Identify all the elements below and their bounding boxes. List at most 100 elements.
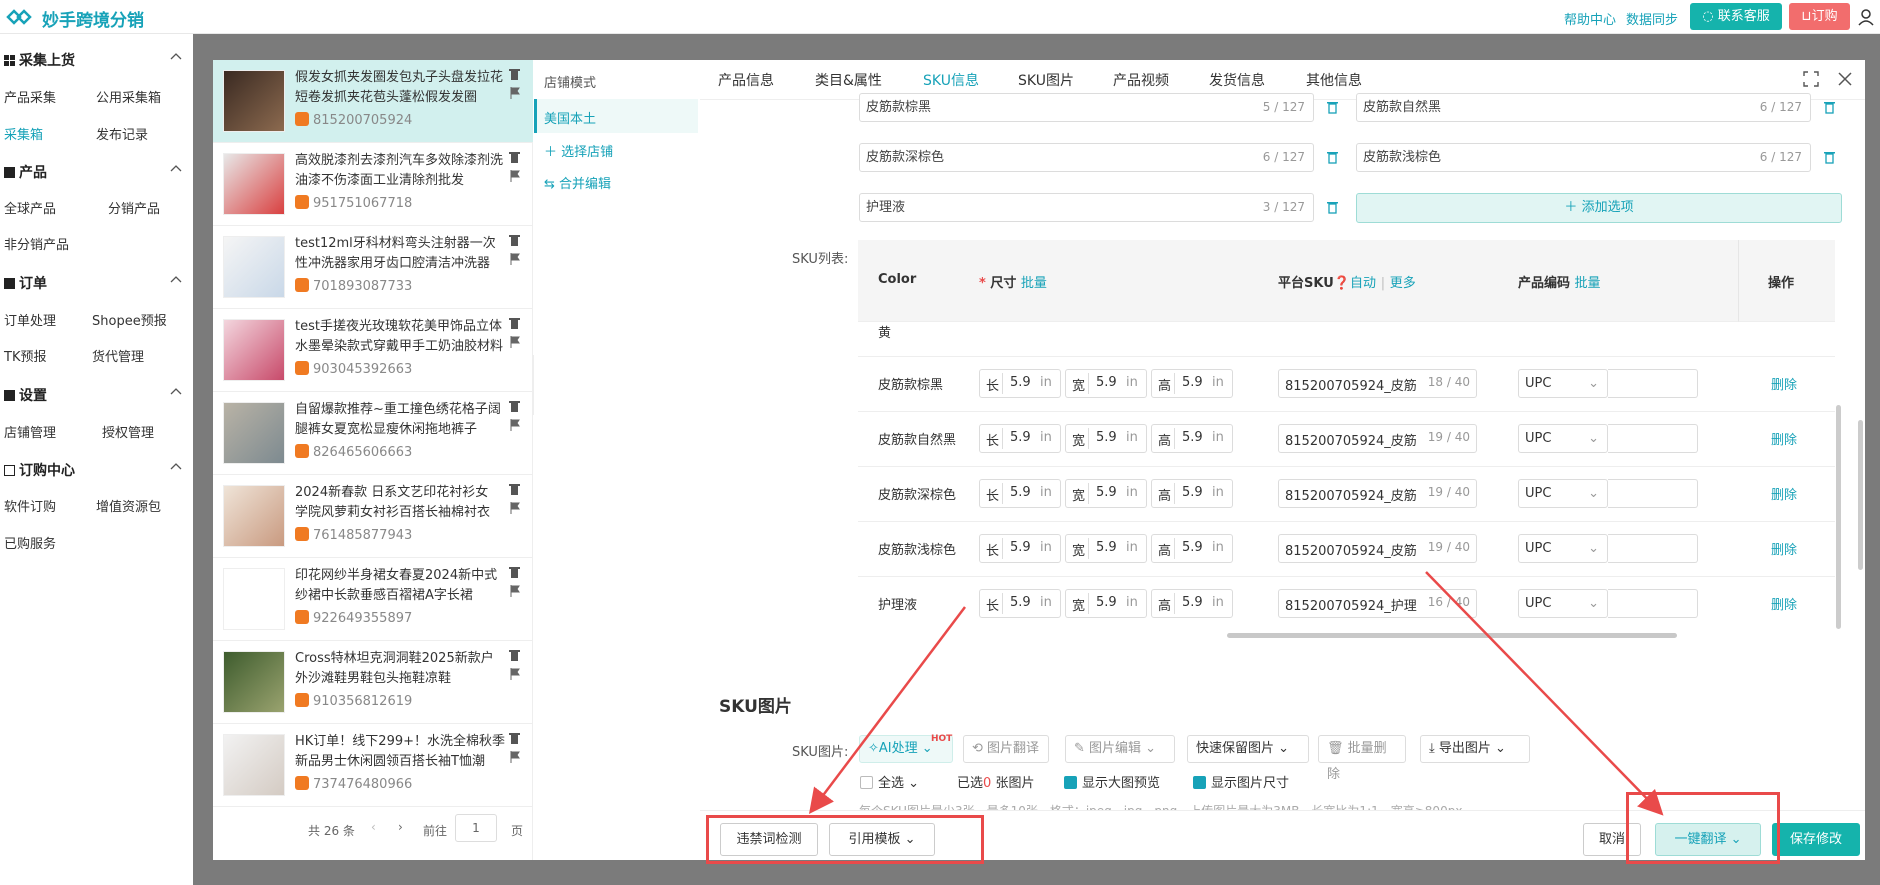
product-list-item[interactable]: 自留爆款推荐~重工撞色绣花格子阔腿裤女夏宽松显瘦休闲拖地裤子 826465606…: [213, 392, 533, 475]
flag-icon[interactable]: [510, 170, 520, 182]
flag-icon[interactable]: [510, 751, 520, 763]
sidebar-item-store-management[interactable]: 店铺管理: [4, 422, 56, 441]
sidebar-item-public-box[interactable]: 公用采集箱: [96, 87, 161, 106]
tab-sku-info[interactable]: SKU信息: [923, 70, 979, 90]
one-click-translate-button[interactable]: 一键翻译 ⌄: [1655, 823, 1761, 856]
trash-icon[interactable]: [509, 483, 520, 495]
save-changes-button[interactable]: 保存修改: [1772, 823, 1860, 856]
sidebar-item-forwarder[interactable]: 货代管理: [92, 346, 144, 365]
sidebar-item-tk-forecast[interactable]: TK预报: [4, 346, 46, 365]
delete-sku-link[interactable]: 删除: [1771, 374, 1797, 393]
merge-edit-link[interactable]: ⇆ 合并编辑: [544, 173, 611, 192]
product-list-item[interactable]: 印花网纱半身裙女春夏2024新中式纱裙中长款垂感百褶裙A字长裙 92264935…: [213, 558, 533, 641]
trash-icon[interactable]: [509, 566, 520, 578]
code-type-select[interactable]: UPC ⌄: [1518, 369, 1608, 398]
cancel-button[interactable]: 取消: [1583, 823, 1641, 856]
trash-icon[interactable]: [509, 68, 520, 80]
platform-sku-input[interactable]: 815200705924_皮筋 18 / 40: [1278, 369, 1477, 398]
option-value-input[interactable]: 皮筋款棕黑 5 / 127: [859, 93, 1314, 122]
tab-product-video[interactable]: 产品视频: [1113, 70, 1169, 90]
product-code-input[interactable]: [1608, 534, 1698, 563]
sidebar-item-dist-products[interactable]: 分销产品: [108, 198, 160, 217]
page-input[interactable]: 1: [455, 814, 497, 842]
sidebar-item-product-collect[interactable]: 产品采集: [4, 87, 56, 106]
sku-dim-input-l[interactable]: 长 5.9 in: [979, 424, 1061, 453]
store-region-item[interactable]: 美国本土: [534, 99, 698, 133]
tab-sku-images[interactable]: SKU图片: [1018, 70, 1074, 90]
delete-option-icon[interactable]: [1824, 101, 1835, 114]
chevron-up-icon[interactable]: [170, 52, 182, 60]
trash-icon[interactable]: [509, 649, 520, 661]
size-batch-link[interactable]: 批量: [1021, 276, 1047, 291]
trash-icon[interactable]: [509, 151, 520, 163]
sidebar-item-global-products[interactable]: 全球产品: [4, 198, 56, 217]
sidebar-item-non-dist-products[interactable]: 非分销产品: [4, 234, 69, 253]
tab-shipping[interactable]: 发货信息: [1209, 70, 1265, 90]
tab-other-info[interactable]: 其他信息: [1306, 70, 1362, 90]
product-list-item[interactable]: test手搓夜光玫瑰软花美甲饰品立体水墨晕染款式穿戴甲手工奶油胶材料 90304…: [213, 309, 533, 392]
user-icon[interactable]: [1857, 8, 1875, 26]
option-value-input[interactable]: 皮筋款浅棕色 6 / 127: [1356, 143, 1811, 172]
product-code-input[interactable]: [1608, 479, 1698, 508]
sidebar-item-software-order[interactable]: 软件订购: [4, 496, 56, 515]
table-scrollbar-x[interactable]: [1227, 633, 1677, 638]
image-edit-button[interactable]: ✎ 图片编辑 ⌄: [1065, 735, 1175, 763]
delete-sku-link[interactable]: 删除: [1771, 484, 1797, 503]
sku-dim-input-w[interactable]: 宽 5.9 in: [1065, 424, 1147, 453]
product-list-item[interactable]: Cross特林坦克洞洞鞋2025新款户外沙滩鞋男鞋包头拖鞋凉鞋 91035681…: [213, 641, 533, 724]
code-type-select[interactable]: UPC ⌄: [1518, 479, 1608, 508]
delete-option-icon[interactable]: [1327, 151, 1338, 164]
product-list-item[interactable]: test12ml牙科材料弯头注射器一次性冲洗器家用牙齿口腔清洁冲洗器 70189…: [213, 226, 533, 309]
code-type-select[interactable]: UPC ⌄: [1518, 534, 1608, 563]
platform-sku-input[interactable]: 815200705924_皮筋 19 / 40: [1278, 534, 1477, 563]
sku-dim-input-l[interactable]: 长 5.9 in: [979, 534, 1061, 563]
sku-dim-input-h[interactable]: 高 5.9 in: [1151, 424, 1233, 453]
product-code-input[interactable]: [1608, 589, 1698, 618]
sidebar-item-shopee-forecast[interactable]: Shopee预报: [92, 310, 167, 329]
sku-dim-input-w[interactable]: 宽 5.9 in: [1065, 479, 1147, 508]
sidebar-item-publish-records[interactable]: 发布记录: [96, 124, 148, 143]
delete-option-icon[interactable]: [1327, 201, 1338, 214]
sidebar-section-settings[interactable]: 设置: [4, 385, 47, 405]
flag-icon[interactable]: [510, 87, 520, 99]
product-code-input[interactable]: [1608, 424, 1698, 453]
more-sku-link[interactable]: 更多: [1390, 276, 1416, 291]
flag-icon[interactable]: [510, 668, 520, 680]
export-images-button[interactable]: ⤓ 导出图片 ⌄: [1420, 735, 1530, 763]
use-template-button[interactable]: 引用模板 ⌄: [829, 823, 935, 856]
sku-dim-input-h[interactable]: 高 5.9 in: [1151, 479, 1233, 508]
sidebar-section-product[interactable]: 产品: [4, 162, 47, 182]
fullscreen-icon[interactable]: [1803, 71, 1819, 87]
sidebar-item-resource-pack[interactable]: 增值资源包: [96, 496, 161, 515]
delete-option-icon[interactable]: [1824, 151, 1835, 164]
sku-dim-input-h[interactable]: 高 5.9 in: [1151, 369, 1233, 398]
option-value-input[interactable]: 皮筋款深棕色 6 / 127: [859, 143, 1314, 172]
platform-sku-input[interactable]: 815200705924_皮筋 19 / 40: [1278, 479, 1477, 508]
trash-icon[interactable]: [509, 317, 520, 329]
sku-dim-input-h[interactable]: 高 5.9 in: [1151, 589, 1233, 618]
flag-icon[interactable]: [510, 419, 520, 431]
modal-scrollbar[interactable]: [1858, 420, 1863, 570]
chevron-up-icon[interactable]: [170, 462, 182, 470]
flag-icon[interactable]: [510, 502, 520, 514]
sku-dim-input-l[interactable]: 长 5.9 in: [979, 369, 1061, 398]
sku-dim-input-l[interactable]: 长 5.9 in: [979, 479, 1061, 508]
delete-sku-link[interactable]: 删除: [1771, 539, 1797, 558]
help-center-link[interactable]: 帮助中心: [1564, 9, 1616, 28]
sidebar-section-collect[interactable]: 采集上货: [4, 50, 75, 70]
sidebar-item-purchased[interactable]: 已购服务: [4, 533, 56, 552]
image-translate-button[interactable]: ⟲ 图片翻译: [963, 735, 1049, 763]
order-button[interactable]: ⊔订购: [1789, 3, 1850, 30]
close-icon[interactable]: [1837, 71, 1853, 87]
delete-sku-link[interactable]: 删除: [1771, 429, 1797, 448]
product-list-item[interactable]: HK订单！线下299+！水洗全棉秋季新品男士休闲圆领百搭长袖T恤潮 737476…: [213, 724, 533, 807]
sku-dim-input-w[interactable]: 宽 5.9 in: [1065, 534, 1147, 563]
product-list-item[interactable]: 高效脱漆剂去漆剂汽车多效除漆剂洗油漆不伤漆面工业清除剂批发 9517510677…: [213, 143, 533, 226]
product-list-item[interactable]: 假发女抓夹发圈发包丸子头盘发拉花短卷发抓夹花苞头蓬松假发发圈 815200705…: [213, 60, 533, 143]
tab-product-info[interactable]: 产品信息: [718, 70, 774, 90]
help-icon[interactable]: ❓: [1334, 276, 1350, 291]
sidebar-item-order-processing[interactable]: 订单处理: [4, 310, 56, 329]
table-scrollbar-y[interactable]: [1836, 405, 1841, 629]
option-value-input[interactable]: 护理液 3 / 127: [859, 193, 1314, 222]
keep-images-button[interactable]: 快速保留图片 ⌄: [1187, 735, 1309, 763]
